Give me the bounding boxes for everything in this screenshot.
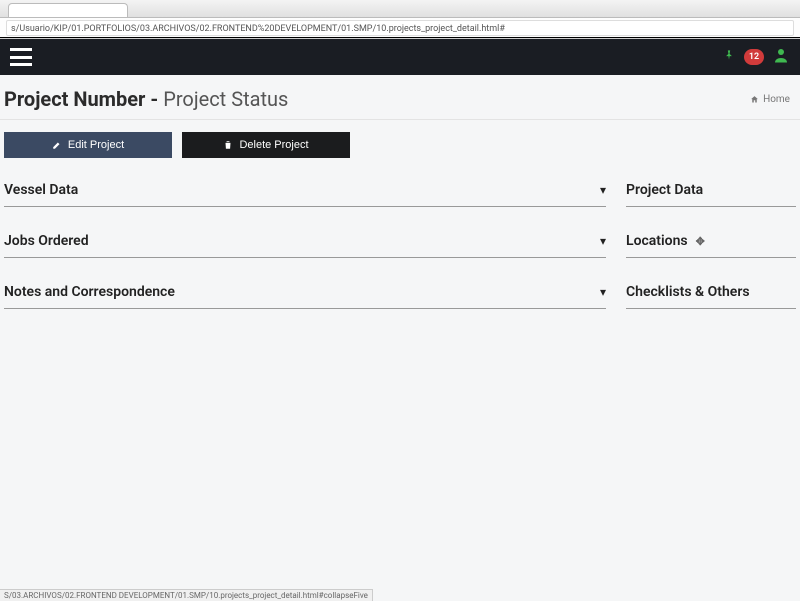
panel-title: Jobs Ordered [4,233,89,249]
panel-locations[interactable]: Locations ✥ [626,223,796,258]
panel-title: Notes and Correspondence [4,284,175,300]
panel-project-data[interactable]: Project Data [626,172,796,207]
pencil-icon [52,140,62,150]
topbar-right: 12 [722,46,790,69]
chevron-down-icon: ▾ [600,234,606,248]
content-columns: Vessel Data ▾ Jobs Ordered ▾ Notes and C… [0,172,800,325]
edit-project-label: Edit Project [68,139,124,151]
panel-title: Locations [626,233,688,249]
browser-address-bar[interactable]: s/Usuario/KIP/01.PORTFOLIOS/03.ARCHIVOS/… [6,20,794,36]
page-header: Project Number - Project Status Home [0,75,800,120]
trash-icon [223,140,233,150]
browser-chrome: s/Usuario/KIP/01.PORTFOLIOS/03.ARCHIVOS/… [0,0,800,39]
left-column: Vessel Data ▾ Jobs Ordered ▾ Notes and C… [4,172,606,325]
app-viewport: 12 Project Number - Project Status Home … [0,39,800,601]
topbar: 12 [0,39,800,75]
panel-title: Project Data [626,182,703,198]
panel-title: Vessel Data [4,182,78,198]
panel-title: Checklists & Others [626,284,750,300]
chevron-down-icon: ▾ [600,285,606,299]
action-row: Edit Project Delete Project [0,120,800,172]
edit-project-button[interactable]: Edit Project [4,132,172,158]
pin-icon[interactable] [722,48,736,66]
page-title: Project Number - Project Status [4,87,288,111]
browser-tab-row [0,0,800,18]
panel-vessel-data[interactable]: Vessel Data ▾ [4,172,606,207]
panel-jobs-ordered[interactable]: Jobs Ordered ▾ [4,223,606,258]
notification-badge[interactable]: 12 [744,49,764,65]
panel-notes-correspondence[interactable]: Notes and Correspondence ▾ [4,274,606,309]
page-title-status: Project Status [163,87,288,111]
page-title-number: Project Number [4,87,145,111]
browser-address-row: s/Usuario/KIP/01.PORTFOLIOS/03.ARCHIVOS/… [0,18,800,38]
breadcrumb-home: Home [763,94,790,105]
delete-project-button[interactable]: Delete Project [182,132,350,158]
home-icon [750,95,759,104]
browser-tab[interactable] [8,3,128,17]
cursor-icon: ✥ [696,235,705,248]
hamburger-menu-icon[interactable] [10,48,32,66]
page-title-sep: - [145,87,163,111]
delete-project-label: Delete Project [239,139,308,151]
chevron-down-icon: ▾ [600,183,606,197]
breadcrumb[interactable]: Home [750,94,790,105]
panel-checklists-others[interactable]: Checklists & Others [626,274,796,309]
browser-status-bar: S/03.ARCHIVOS/02.FRONTEND DEVELOPMENT/01… [0,589,373,601]
right-column: Project Data Locations ✥ Checklists & Ot… [626,172,796,325]
user-icon[interactable] [772,46,790,69]
